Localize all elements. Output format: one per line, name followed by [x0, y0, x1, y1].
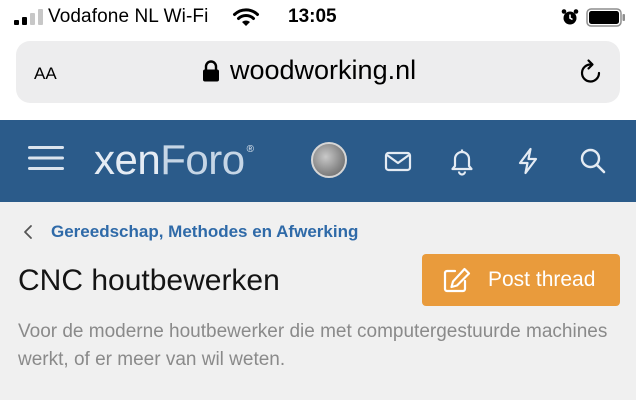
bolt-icon[interactable]	[513, 146, 543, 176]
edit-icon	[443, 267, 471, 293]
lock-icon	[203, 60, 219, 82]
breadcrumb-parent-link[interactable]: Gereedschap, Methodes en Afwerking	[51, 222, 358, 242]
breadcrumb[interactable]: Gereedschap, Methodes en Afwerking	[22, 222, 358, 242]
page-content: Gereedschap, Methodes en Afwerking CNC h…	[0, 202, 636, 400]
post-thread-button[interactable]: Post thread	[422, 254, 620, 306]
carrier-name: Vodafone NL Wi-Fi	[48, 6, 209, 27]
bell-icon[interactable]	[447, 146, 477, 176]
mail-icon[interactable]	[383, 146, 413, 176]
hamburger-icon[interactable]	[28, 142, 64, 174]
logo-trademark: ®	[246, 144, 254, 155]
search-icon[interactable]	[578, 146, 608, 176]
alarm-icon	[561, 9, 579, 25]
browser-address-area: AA woodworking.nl	[0, 36, 636, 120]
text-size-label: AA	[34, 64, 57, 83]
reload-icon[interactable]	[578, 58, 604, 86]
avatar[interactable]	[311, 142, 347, 178]
site-logo[interactable]: xenForo ®	[94, 136, 254, 184]
status-bar: Vodafone NL Wi-Fi 13:05	[0, 0, 636, 36]
post-thread-label: Post thread	[488, 268, 596, 291]
logo-text-xen: xen	[94, 136, 161, 183]
signal-icon	[14, 9, 43, 25]
text-size-button[interactable]: AA	[34, 58, 57, 86]
chevron-left-icon	[24, 225, 32, 239]
logo-text-foro: Foro	[160, 136, 245, 183]
forum-description: Voor de moderne houtbewerker die met com…	[18, 321, 608, 370]
url-text[interactable]: woodworking.nl	[230, 55, 416, 86]
wifi-icon	[233, 8, 259, 26]
address-bar[interactable]: AA woodworking.nl	[16, 41, 620, 103]
battery-icon	[586, 8, 625, 27]
site-navbar: xenForo ®	[0, 120, 636, 202]
clock: 13:05	[288, 6, 337, 27]
page-title: CNC houtbewerken	[18, 264, 280, 297]
